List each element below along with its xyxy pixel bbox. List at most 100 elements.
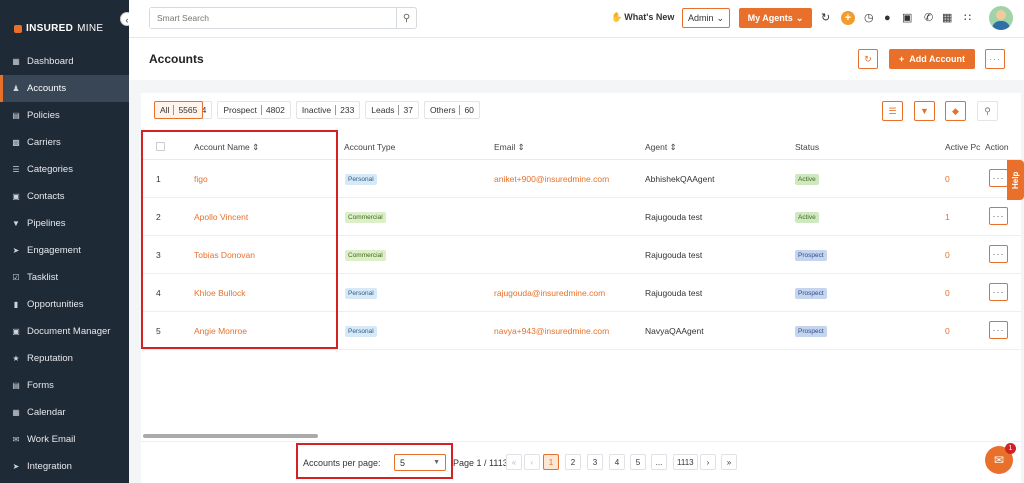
phone-icon[interactable]: ✆	[924, 11, 933, 25]
filter-others[interactable]: Others 60	[423, 101, 480, 119]
page-button[interactable]: 1113	[673, 454, 698, 470]
sidebar-item-tasklist[interactable]: ☑ Tasklist	[0, 264, 129, 291]
page-button[interactable]: 4	[609, 454, 625, 470]
avatar[interactable]	[989, 6, 1013, 30]
page-info: Page 1 / 1113	[453, 458, 508, 468]
agent-name: Rajugouda test	[645, 212, 703, 222]
sidebar-item-categories[interactable]: ☰ Categories	[0, 156, 129, 183]
page-button[interactable]: 2	[565, 454, 581, 470]
row-actions-icon[interactable]: ···	[989, 245, 1008, 263]
active-policies-count[interactable]: 0	[945, 326, 950, 336]
admin-dropdown[interactable]: Admin ⌄	[682, 8, 730, 28]
my-agents-button[interactable]: My Agents ⌄	[739, 8, 812, 28]
notification-icon[interactable]: ▣	[902, 11, 912, 25]
sidebar-item-accounts[interactable]: ♟ Accounts	[0, 75, 129, 102]
sidebar-item-label: Dashboard	[27, 56, 74, 67]
horizontal-scrollbar[interactable]	[143, 434, 318, 438]
row-actions-icon[interactable]: ···	[989, 169, 1008, 187]
bell-icon[interactable]: ●	[884, 11, 891, 25]
sidebar-item-calendar[interactable]: ▦ Calendar	[0, 399, 129, 426]
sidebar-item-contacts[interactable]: ▣ Contacts	[0, 183, 129, 210]
sidebar: INSURED MINE ‹ ▦ Dashboard ♟ Accounts ▤ Polici…	[0, 0, 134, 483]
more-options-icon[interactable]: ···	[985, 49, 1005, 69]
account-type-badge: Commercial	[345, 250, 386, 261]
search-table-icon[interactable]: ⚲	[977, 101, 998, 121]
sidebar-item-label: Contacts	[27, 191, 65, 202]
policies-icon: ▤	[12, 111, 20, 120]
active-policies-count[interactable]: 0	[945, 174, 950, 184]
row-actions-icon[interactable]: ···	[989, 207, 1008, 225]
per-page-highlight	[296, 443, 453, 479]
refresh-icon[interactable]: ↻	[821, 11, 830, 25]
dashboard-icon: ▦	[12, 57, 20, 66]
logo-mark-icon	[14, 24, 22, 33]
status-badge: Active	[795, 174, 819, 185]
account-type-badge: Commercial	[345, 212, 386, 223]
col-agent[interactable]: Agent ⇕	[645, 142, 677, 153]
sidebar-item-work-email[interactable]: ✉ Work Email	[0, 426, 129, 453]
row-actions-icon[interactable]: ···	[989, 283, 1008, 301]
clock-icon[interactable]: ◷	[864, 11, 874, 25]
page-button[interactable]: »	[721, 454, 737, 470]
filter-icon[interactable]: ▼	[914, 101, 935, 121]
search-input[interactable]	[150, 8, 396, 28]
search-icon[interactable]: ⚲	[396, 8, 416, 28]
add-account-button[interactable]: + Add Account	[889, 49, 975, 69]
apps-grid-icon[interactable]: ∷	[964, 11, 971, 25]
status-badge: Prospect	[795, 250, 827, 261]
sidebar-item-carriers[interactable]: ▩ Carriers	[0, 129, 129, 156]
chip-icon[interactable]: ▦	[942, 11, 952, 25]
active-policies-count[interactable]: 0	[945, 250, 950, 260]
sidebar-item-opportunities[interactable]: ▮ Opportunities	[0, 291, 129, 318]
filter-leads[interactable]: Leads 37	[365, 101, 419, 119]
reputation-icon: ★	[12, 354, 20, 363]
sidebar-item-reputation[interactable]: ★ Reputation	[0, 345, 129, 372]
filter-prospect[interactable]: Prospect 4802	[217, 101, 291, 119]
sidebar-item-dashboard[interactable]: ▦ Dashboard	[0, 48, 129, 75]
sidebar-item-pipelines[interactable]: ▼ Pipelines	[0, 210, 129, 237]
agent-name: Rajugouda test	[645, 250, 703, 260]
sidebar-item-label: Calendar	[27, 407, 66, 418]
col-email[interactable]: Email ⇕	[494, 142, 525, 153]
sidebar-item-integration[interactable]: ➤ Integration	[0, 453, 129, 480]
help-tab[interactable]: Help	[1007, 160, 1024, 200]
smart-search: ⚲	[149, 7, 417, 29]
sidebar-nav: ▦ Dashboard ♟ Accounts ▤ Policies ▩ Carriers ☰ Ca…	[0, 48, 129, 480]
active-policies-count[interactable]: 0	[945, 288, 950, 298]
filter-inactive[interactable]: Inactive 233	[295, 101, 361, 119]
sidebar-item-policies[interactable]: ▤ Policies	[0, 102, 129, 129]
page-button[interactable]: ‹	[524, 454, 540, 470]
columns-icon[interactable]: ☰	[882, 101, 903, 121]
tag-icon[interactable]: ◆	[945, 101, 966, 121]
email-link[interactable]: navya+943@insuredmine.com	[494, 326, 609, 336]
sidebar-item-label: Tasklist	[27, 272, 59, 283]
chevron-down-icon: ⌄	[716, 12, 725, 23]
filter-all[interactable]: All 5565	[154, 101, 204, 119]
sidebar-item-forms[interactable]: ▤ Forms	[0, 372, 129, 399]
email-link[interactable]: rajugouda@insuredmine.com	[494, 288, 605, 298]
chat-launcher[interactable]: ✉ 1	[985, 443, 1016, 474]
page-button[interactable]: 3	[587, 454, 603, 470]
whats-new-link[interactable]: ✋ What's New	[611, 12, 674, 23]
sidebar-item-engagement[interactable]: ➤ Engagement	[0, 237, 129, 264]
sidebar-item-label: Reputation	[27, 353, 73, 364]
refresh-list-icon[interactable]: ↻	[858, 49, 878, 69]
page-title: Accounts	[149, 52, 204, 66]
filter-label: Others	[429, 105, 456, 115]
page-button[interactable]: 1	[543, 454, 559, 470]
email-link[interactable]: aniket+900@insuredmine.com	[494, 174, 609, 184]
folder-icon: ▣	[12, 327, 20, 336]
page-button[interactable]: ...	[651, 454, 667, 470]
page-button[interactable]: «	[506, 454, 522, 470]
sidebar-item-label: Work Email	[27, 434, 76, 445]
page-button[interactable]: ›	[700, 454, 716, 470]
active-policies-count[interactable]: 1	[945, 212, 950, 222]
page-button[interactable]: 5	[630, 454, 646, 470]
sidebar-item-label: Categories	[27, 164, 73, 175]
engagement-icon: ➤	[12, 246, 20, 255]
filter-count: 4802	[265, 105, 285, 115]
row-actions-icon[interactable]: ···	[989, 321, 1008, 339]
quick-add-icon[interactable]: +	[841, 11, 855, 25]
brand-logo[interactable]: INSURED MINE	[14, 23, 103, 34]
sidebar-item-document-manager[interactable]: ▣ Document Manager	[0, 318, 129, 345]
